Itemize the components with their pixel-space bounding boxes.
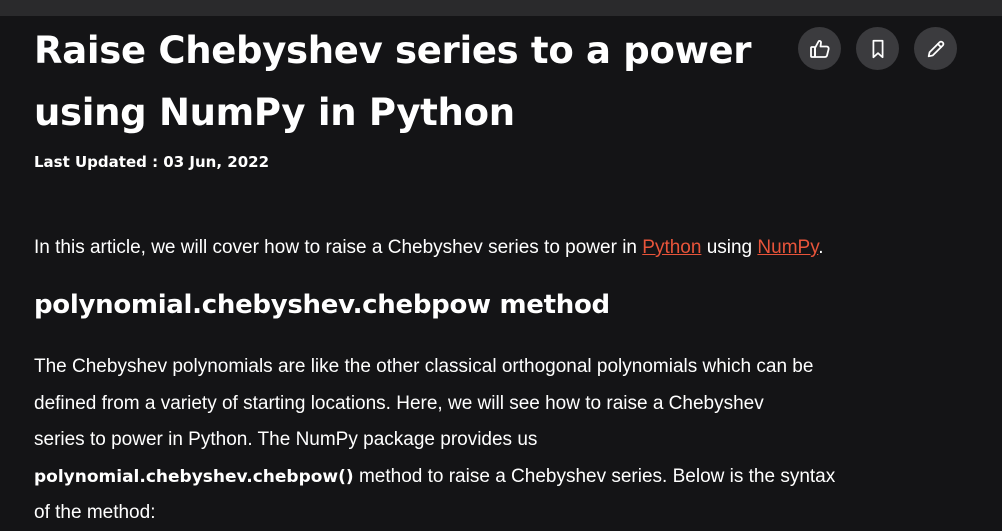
bookmark-icon [867, 38, 889, 60]
paragraph-line: polynomial.chebyshev.chebpow() method to… [34, 459, 974, 496]
article-page: Raise Chebyshev series to a power using N… [0, 16, 1002, 531]
bookmark-button[interactable] [856, 27, 899, 70]
method-name: polynomial.chebyshev.chebpow() [34, 466, 354, 487]
intro-text-after: . [818, 237, 824, 258]
browser-top-strip [0, 0, 1002, 16]
section-heading: polynomial.chebyshev.chebpow method [34, 290, 610, 320]
python-link[interactable]: Python [642, 237, 701, 258]
description-paragraph: The Chebyshev polynomials are like the o… [34, 349, 974, 531]
numpy-link[interactable]: NumPy [757, 237, 818, 258]
article-title: Raise Chebyshev series to a power using N… [34, 20, 754, 144]
paragraph-line: defined from a variety of starting locat… [34, 392, 764, 414]
article-actions [798, 27, 957, 70]
paragraph-line: series to power in Python. The NumPy pac… [34, 429, 538, 451]
paragraph-line: The Chebyshev polynomials are like the o… [34, 356, 814, 377]
pencil-icon [925, 38, 947, 60]
intro-text-before: In this article, we will cover how to ra… [34, 237, 643, 258]
last-updated: Last Updated : 03 Jun, 2022 [34, 153, 270, 171]
intro-text-middle: using [701, 237, 758, 258]
article-title-line1: Raise Chebyshev series to a power [34, 29, 752, 72]
edit-button[interactable] [914, 27, 957, 70]
article-title-line2: using NumPy in Python [34, 91, 515, 134]
like-button[interactable] [798, 27, 841, 70]
intro-paragraph: In this article, we will cover how to ra… [34, 235, 984, 261]
paragraph-text: method to raise a Chebyshev series. Belo… [353, 465, 836, 487]
paragraph-line: of the method: [34, 502, 156, 524]
thumbs-up-icon [808, 37, 832, 61]
